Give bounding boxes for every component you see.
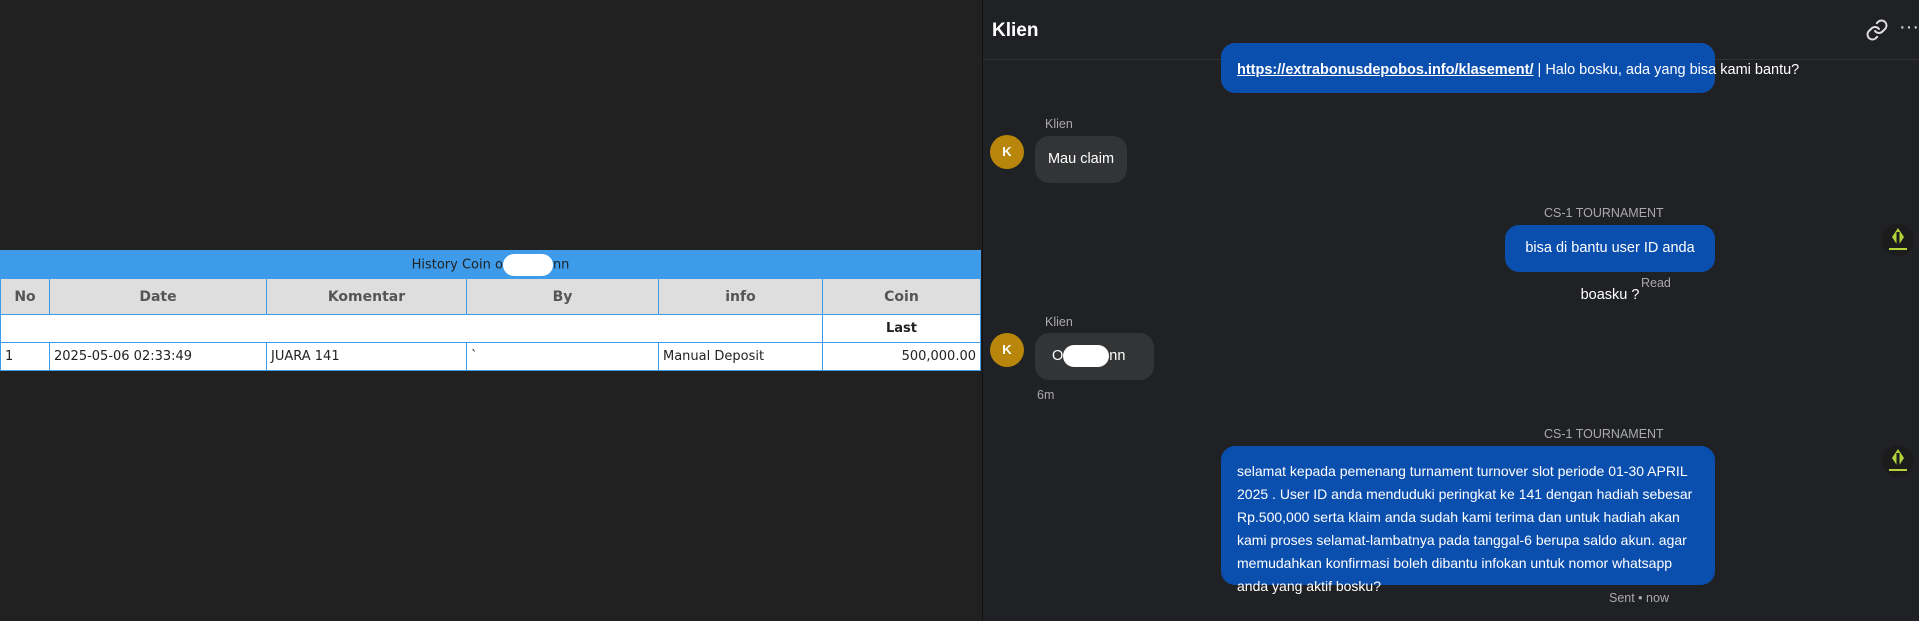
- col-coin: Coin: [822, 278, 981, 315]
- col-date: Date: [49, 278, 267, 315]
- message-text: Halo bosku, ada yang bisa kami bantu?: [1545, 62, 1800, 78]
- message-text: Mau claim: [1047, 151, 1115, 167]
- cell-no: 1: [0, 342, 50, 371]
- message-bubble-outgoing: bisa di bantu user ID anda boasku ?: [1505, 225, 1715, 303]
- more-options-icon[interactable]: ···: [1899, 16, 1919, 39]
- message-bubble-incoming: Onn: [1035, 333, 1154, 380]
- avatar: K: [990, 135, 1024, 169]
- history-last-row: Last: [0, 314, 981, 343]
- cell-by: `: [466, 342, 659, 371]
- read-status: Read: [1641, 276, 1671, 290]
- sender-name: CS-1 TOURNAMENT: [1544, 427, 1664, 441]
- cell-info: Manual Deposit: [658, 342, 823, 371]
- history-title-suffix: nn: [552, 257, 570, 272]
- cell-coin: 500,000.00: [822, 342, 981, 371]
- sender-name: Klien: [1045, 117, 1073, 131]
- col-komentar: Komentar: [266, 278, 467, 315]
- col-no: No: [0, 278, 50, 315]
- message-bubble-outgoing: selamat kepada pemenang turnament turnov…: [1221, 446, 1715, 594]
- history-title: History Coin o nn: [0, 250, 981, 279]
- message-text-suffix: nn: [1109, 348, 1126, 364]
- message-text-prefix: O: [1052, 348, 1064, 364]
- cell-komentar: JUARA 141: [266, 342, 467, 371]
- message-text: selamat kepada pemenang turnament turnov…: [1237, 463, 1693, 594]
- redaction-mark: [1063, 345, 1110, 368]
- history-header-row: No Date Komentar By info Coin: [0, 278, 981, 315]
- sender-name: CS-1 TOURNAMENT: [1544, 206, 1664, 220]
- separator: |: [1537, 62, 1542, 78]
- message-bubble-incoming: Mau claim: [1035, 136, 1127, 183]
- last-label: Last: [822, 314, 981, 343]
- table-row: 1 2025-05-06 02:33:49 JUARA 141 ` Manual…: [0, 342, 981, 371]
- history-title-prefix: History Coin o: [411, 257, 503, 272]
- redaction-mark: [502, 253, 553, 276]
- message-bubble-outgoing: https://extrabonusdepobos.info/klasement…: [1221, 43, 1799, 93]
- agent-logo-icon: [1882, 224, 1914, 256]
- message-time: 6m: [1037, 388, 1055, 402]
- avatar: K: [990, 333, 1024, 367]
- link-icon[interactable]: [1865, 18, 1889, 42]
- chat-title: Klien: [992, 20, 1039, 41]
- col-info: info: [658, 278, 823, 315]
- agent-logo-icon: [1882, 445, 1914, 477]
- sent-status: Sent • now: [1609, 591, 1669, 605]
- history-coin-table: History Coin o nn No Date Komentar By inf…: [0, 250, 981, 371]
- history-panel: History Coin o nn No Date Komentar By inf…: [0, 0, 981, 621]
- klasement-link[interactable]: https://extrabonusdepobos.info/klasement…: [1237, 62, 1533, 78]
- sender-name: Klien: [1045, 315, 1073, 329]
- chat-panel: Klien ··· https://extrabonusdepobos.info…: [982, 0, 1919, 621]
- col-by: By: [466, 278, 659, 315]
- cell-date: 2025-05-06 02:33:49: [49, 342, 267, 371]
- message-text: bisa di bantu user ID anda boasku ?: [1525, 240, 1695, 303]
